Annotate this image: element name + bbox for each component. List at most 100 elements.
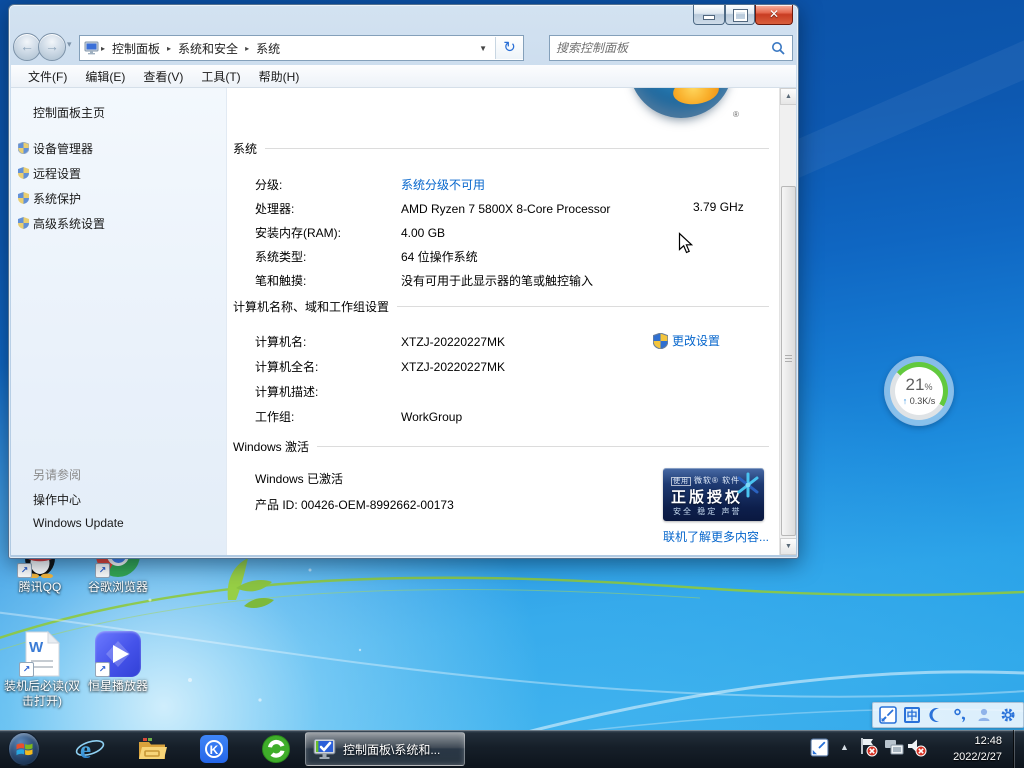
ime-toolbar: 中 xyxy=(872,702,1024,728)
address-bar[interactable]: ▸ 控制面板 ▸ 系统和安全 ▸ 系统 ▼ ↻ xyxy=(79,35,524,61)
forward-arrow-icon: → xyxy=(45,38,59,54)
search-box xyxy=(549,35,793,61)
shortcut-arrow-icon: ↗ xyxy=(95,563,110,578)
speed-ball-widget[interactable]: 21% ↑ 0.3K/s xyxy=(884,356,954,426)
taskbar-explorer-icon[interactable] xyxy=(136,733,168,765)
taskbar-k-app-icon[interactable]: K xyxy=(198,733,230,765)
row-computer-name: 计算机名:XTZJ-20220227MK xyxy=(255,333,505,350)
scroll-up-button[interactable]: ▲ xyxy=(780,88,796,105)
sidebar-item-device-manager[interactable]: 设备管理器 xyxy=(33,140,93,157)
shortcut-arrow-icon: ↗ xyxy=(19,662,34,677)
close-button[interactable]: ✕ xyxy=(755,5,793,25)
shortcut-arrow-icon: ↗ xyxy=(17,563,32,578)
system-page-content: ® 系统 分级:系统分级不可用 处理器:AMD Ryzen 7 5800X 8-… xyxy=(227,88,779,555)
sidebar: 控制面板主页 设备管理器 远程设置 系统保护 高级系 xyxy=(11,88,227,555)
tray-volume-muted-icon[interactable] xyxy=(906,736,927,763)
taskbar-ie-icon[interactable]: e xyxy=(74,733,106,765)
maximize-icon xyxy=(734,10,747,21)
menu-help[interactable]: 帮助(H) xyxy=(250,68,309,85)
rating-unavailable-link[interactable]: 系统分级不可用 xyxy=(401,178,485,192)
ime-settings-gear-icon[interactable] xyxy=(998,705,1018,725)
taskbar-green-browser-icon[interactable] xyxy=(260,733,292,765)
row-description: 计算机描述: xyxy=(255,383,401,400)
tray-speed-gauge-icon[interactable] xyxy=(810,738,829,762)
up-arrow-icon: ↑ xyxy=(903,396,908,406)
maximize-button[interactable] xyxy=(725,5,755,25)
scroll-up-icon: ▲ xyxy=(785,93,792,100)
ime-punctuation-icon[interactable] xyxy=(950,705,970,725)
uac-shield-icon xyxy=(18,192,29,204)
section-header-computer-name: 计算机名称、域和工作组设置 xyxy=(233,298,769,315)
address-dropdown-icon[interactable]: ▼ xyxy=(471,44,495,53)
memory-percent: 21% xyxy=(906,377,933,395)
minimize-button[interactable] xyxy=(693,5,725,25)
desktop-icon-player[interactable]: ↗ 恒星播放器 xyxy=(78,630,158,694)
desktop: ↗ 腾讯QQ ↗ 谷歌浏览器 W ↗ 装机后必读(双击打开) xyxy=(0,0,1024,768)
sidebar-item-home[interactable]: 控制面板主页 xyxy=(33,104,105,121)
menu-file[interactable]: 文件(F) xyxy=(19,68,76,85)
change-settings-link[interactable]: 更改设置 xyxy=(653,332,720,349)
show-desktop-button[interactable] xyxy=(1013,730,1024,768)
row-workgroup: 工作组:WorkGroup xyxy=(255,408,462,425)
menu-tools[interactable]: 工具(T) xyxy=(192,68,249,85)
active-window-title: 控制面板\系统和... xyxy=(343,741,440,758)
sidebar-item-action-center[interactable]: 操作中心 xyxy=(33,491,81,508)
genuine-microsoft-badge: 使用微软® 软件 正版授权 安全 稳定 声誉 xyxy=(663,468,764,521)
row-ram: 安装内存(RAM):4.00 GB xyxy=(255,224,445,241)
desktop-icon-label: 恒星播放器 xyxy=(88,679,148,694)
tray-network-icon[interactable] xyxy=(884,739,904,761)
sidebar-item-system-protection[interactable]: 系统保护 xyxy=(33,190,81,207)
start-button[interactable] xyxy=(8,733,40,765)
nav-history-dropdown[interactable]: ▾ xyxy=(67,39,72,50)
uac-shield-icon xyxy=(18,217,29,229)
vertical-scrollbar[interactable]: ▲ ▼ xyxy=(779,88,796,555)
row-pen-touch: 笔和触摸:没有可用于此显示器的笔或触控输入 xyxy=(255,272,593,289)
back-button[interactable]: ← xyxy=(13,33,41,61)
tray-expand-icon[interactable]: ▲ xyxy=(840,742,849,752)
ime-speed-gauge-icon[interactable] xyxy=(878,705,898,725)
menu-view[interactable]: 查看(V) xyxy=(134,68,192,85)
desktop-icon-label: 腾讯QQ xyxy=(19,580,62,595)
computer-icon xyxy=(84,41,100,55)
breadcrumb-system-security[interactable]: 系统和安全 xyxy=(172,40,244,57)
ime-fullwidth-moon-icon[interactable] xyxy=(926,705,946,725)
product-id: 产品 ID: 00426-OEM-8992662-00173 xyxy=(255,496,454,513)
scrollbar-thumb[interactable] xyxy=(781,186,796,536)
section-header-activation: Windows 激活 xyxy=(233,438,769,455)
activation-status: Windows 已激活 xyxy=(255,470,343,487)
row-system-type: 系统类型:64 位操作系统 xyxy=(255,248,478,265)
breadcrumb-control-panel[interactable]: 控制面板 xyxy=(106,40,166,57)
refresh-button[interactable]: ↻ xyxy=(495,37,523,59)
sidebar-item-remote-settings[interactable]: 远程设置 xyxy=(33,165,81,182)
uac-shield-icon xyxy=(653,333,668,349)
close-icon: ✕ xyxy=(756,5,792,23)
learn-more-link[interactable]: 联机了解更多内容... xyxy=(663,528,769,545)
cpu-speed: 3.79 GHz xyxy=(693,200,744,214)
sidebar-item-advanced-settings[interactable]: 高级系统设置 xyxy=(33,215,105,232)
ime-mode-toggle[interactable]: 中 xyxy=(902,705,922,725)
uac-shield-icon xyxy=(18,167,29,179)
minimize-icon xyxy=(703,15,715,20)
svg-text:e: e xyxy=(80,737,91,764)
taskbar-active-window-button[interactable]: 控制面板\系统和... xyxy=(305,732,465,766)
row-processor: 处理器:AMD Ryzen 7 5800X 8-Core Processor xyxy=(255,200,610,217)
forward-button[interactable]: → xyxy=(38,33,66,61)
clock-time: 12:48 xyxy=(930,733,1002,749)
tray-action-center-icon[interactable] xyxy=(858,736,878,763)
windows-orb-logo xyxy=(629,88,733,118)
desktop-icon-label: 谷歌浏览器 xyxy=(88,580,148,595)
row-rating: 分级:系统分级不可用 xyxy=(255,176,485,193)
scroll-down-button[interactable]: ▼ xyxy=(780,538,796,555)
breadcrumb-system[interactable]: 系统 xyxy=(250,40,286,57)
search-icon[interactable] xyxy=(771,41,786,56)
upload-speed: ↑ 0.3K/s xyxy=(903,396,936,406)
back-arrow-icon: ← xyxy=(20,38,34,54)
ime-user-icon[interactable] xyxy=(974,705,994,725)
tray-clock[interactable]: 12:48 2022/2/27 xyxy=(930,733,1012,765)
search-input[interactable] xyxy=(550,41,771,55)
uac-shield-icon xyxy=(18,142,29,154)
sidebar-item-windows-update[interactable]: Windows Update xyxy=(33,516,124,530)
menu-edit[interactable]: 编辑(E) xyxy=(76,68,134,85)
row-full-name: 计算机全名:XTZJ-20220227MK xyxy=(255,358,505,375)
desktop-icon-readme[interactable]: W ↗ 装机后必读(双击打开) xyxy=(0,630,84,709)
